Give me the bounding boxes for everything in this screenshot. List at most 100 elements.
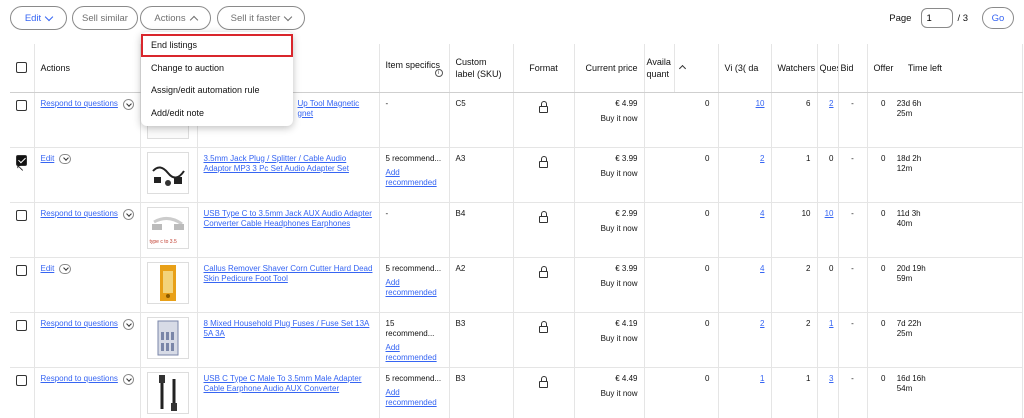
item-thumbnail[interactable]: type c to 3.5: [146, 206, 189, 249]
row-checkbox[interactable]: [16, 209, 28, 221]
chevron-up-icon: [189, 15, 198, 24]
header-actions: Actions: [34, 44, 141, 93]
header-views[interactable]: Vi (3( da: [718, 44, 772, 93]
format-text: Buy it now: [600, 113, 638, 123]
sell-similar-button[interactable]: Sell similar: [72, 6, 138, 30]
time-left-value: 7d 22h 25m: [896, 318, 922, 338]
views-link[interactable]: 4: [760, 264, 764, 273]
header-offers-time[interactable]: Offer Time left: [867, 44, 1023, 93]
item-specifics-value: 15 recommend...: [385, 318, 435, 338]
questions-value: 0: [829, 153, 834, 163]
row-action: Respond to questions: [41, 373, 134, 385]
sku-value: B3: [455, 373, 466, 383]
row-checkbox[interactable]: [16, 374, 28, 386]
row-action: Respond to questions: [41, 98, 134, 110]
cursor-icon: ↖: [16, 162, 25, 174]
item-title-link[interactable]: 3.5mm Jack Plug / Splitter / Cable Audio…: [204, 154, 349, 173]
offers-value: 0: [881, 208, 886, 218]
actions-label: Actions: [154, 12, 186, 24]
views-label: Vi (3( da: [724, 62, 759, 73]
questions-value[interactable]: 3: [829, 374, 833, 383]
questions-value[interactable]: 1: [829, 319, 833, 328]
row-checkbox[interactable]: [16, 319, 28, 331]
go-button[interactable]: Go: [982, 7, 1014, 29]
actions-dropdown-button[interactable]: Actions: [140, 6, 211, 30]
time-left-value: 20d 19h 59m: [896, 263, 926, 283]
item-thumbnail[interactable]: [146, 261, 189, 304]
views-link[interactable]: 10: [756, 99, 765, 108]
watchers-value: 1: [806, 153, 811, 163]
respond-to-questions-link[interactable]: Respond to questions: [41, 209, 118, 219]
header-current-price[interactable]: Current price: [574, 44, 645, 93]
watchers-value: 1: [806, 373, 811, 383]
menu-item-end-listings[interactable]: End listings: [141, 34, 293, 57]
sell-faster-dropdown-button[interactable]: Sell it faster: [217, 6, 305, 30]
edit-dropdown-button[interactable]: Edit: [10, 6, 67, 30]
header-bids[interactable]: Bid: [838, 44, 868, 93]
chevron-down-icon[interactable]: [122, 373, 134, 385]
questions-value[interactable]: 2: [829, 99, 833, 108]
row-action: Edit: [41, 153, 134, 164]
respond-to-questions-link[interactable]: Respond to questions: [41, 374, 118, 384]
item-title-line1: 3.5mm Jack Plug / Splitter / Cable Audio: [203, 153, 347, 163]
header-watchers[interactable]: Watchers: [771, 44, 818, 93]
add-recommended-link[interactable]: Add recommended: [386, 343, 441, 363]
time-left-value: 18d 2h 12m: [896, 153, 922, 173]
item-title-line2: Skin Pedicure Foot Tool: [203, 273, 288, 283]
header-custom-label[interactable]: Custom label (SKU): [449, 44, 514, 93]
header-item-specifics[interactable]: Item specifics i: [379, 44, 450, 93]
item-title-link[interactable]: Callus Remover Shaver Corn Cutter Hard D…: [204, 264, 373, 283]
chevron-down-icon[interactable]: [122, 208, 134, 220]
header-available-quantity[interactable]: Availa quant: [644, 44, 675, 93]
actions-dropdown-menu: End listings Change to auction Assign/ed…: [141, 32, 293, 126]
views-link[interactable]: 1: [760, 374, 764, 383]
page-number-input[interactable]: [921, 8, 954, 28]
item-title-line1: Up Tool Magnetic: [297, 98, 360, 108]
row-checkbox[interactable]: [16, 99, 28, 111]
lock-icon: [539, 265, 548, 278]
respond-to-questions-link[interactable]: Respond to questions: [41, 99, 118, 109]
bids-value: -: [851, 263, 854, 273]
add-recommended-link[interactable]: Add recommended: [386, 168, 441, 188]
views-link[interactable]: 2: [760, 154, 764, 163]
menu-item-automation-rule[interactable]: Assign/edit automation rule: [141, 79, 293, 102]
respond-to-questions-link[interactable]: Respond to questions: [41, 319, 118, 329]
questions-value[interactable]: 10: [825, 209, 834, 218]
header-format[interactable]: Format: [513, 44, 575, 93]
chevron-down-icon[interactable]: [59, 263, 72, 274]
row-checkbox[interactable]: [16, 264, 28, 276]
add-recommended-link[interactable]: Add recommended: [386, 388, 441, 408]
header-questions[interactable]: Questic: [817, 44, 839, 93]
price-value: € 3.99: [615, 263, 638, 273]
item-thumbnail[interactable]: [146, 316, 189, 359]
item-thumbnail[interactable]: [146, 371, 189, 414]
item-title-link[interactable]: 8 Mixed Household Plug Fuses / Fuse Set …: [204, 319, 370, 338]
select-all-checkbox[interactable]: [16, 61, 28, 73]
chevron-down-icon[interactable]: [122, 318, 134, 330]
menu-item-add-edit-note[interactable]: Add/edit note: [141, 102, 293, 125]
edit-link[interactable]: Edit: [41, 264, 55, 274]
views-link[interactable]: 2: [760, 319, 764, 328]
sort-ascending-icon[interactable]: [678, 64, 686, 72]
price-value: € 4.19: [615, 318, 638, 328]
item-title-line1: 8 Mixed Household Plug Fuses / Fuse Set …: [203, 318, 370, 328]
sku-value: B3: [455, 318, 466, 328]
chevron-down-icon[interactable]: [122, 98, 134, 110]
available-quantity-value: 0: [705, 318, 710, 328]
watchers-value: 2: [806, 318, 811, 328]
offers-value: 0: [881, 373, 886, 383]
item-specifics-value: 5 recommend...: [385, 153, 442, 163]
menu-item-change-to-auction[interactable]: Change to auction: [141, 57, 293, 80]
add-recommended-link[interactable]: Add recommended: [386, 278, 441, 298]
available-quantity-value: 0: [705, 98, 710, 108]
header-sort-quantity[interactable]: [674, 44, 719, 93]
format-text: Buy it now: [600, 388, 638, 398]
views-link[interactable]: 4: [760, 209, 764, 218]
available-quantity-value: 0: [705, 373, 710, 383]
item-title-link[interactable]: USB Type C to 3.5mm Jack AUX Audio Adapt…: [204, 209, 372, 228]
chevron-down-icon[interactable]: [59, 153, 72, 164]
offers-value: 0: [881, 263, 886, 273]
item-title-link[interactable]: USB C Type C Male To 3.5mm Male Adapter C…: [204, 374, 362, 393]
item-thumbnail[interactable]: [146, 151, 189, 194]
edit-link[interactable]: Edit: [41, 154, 55, 164]
